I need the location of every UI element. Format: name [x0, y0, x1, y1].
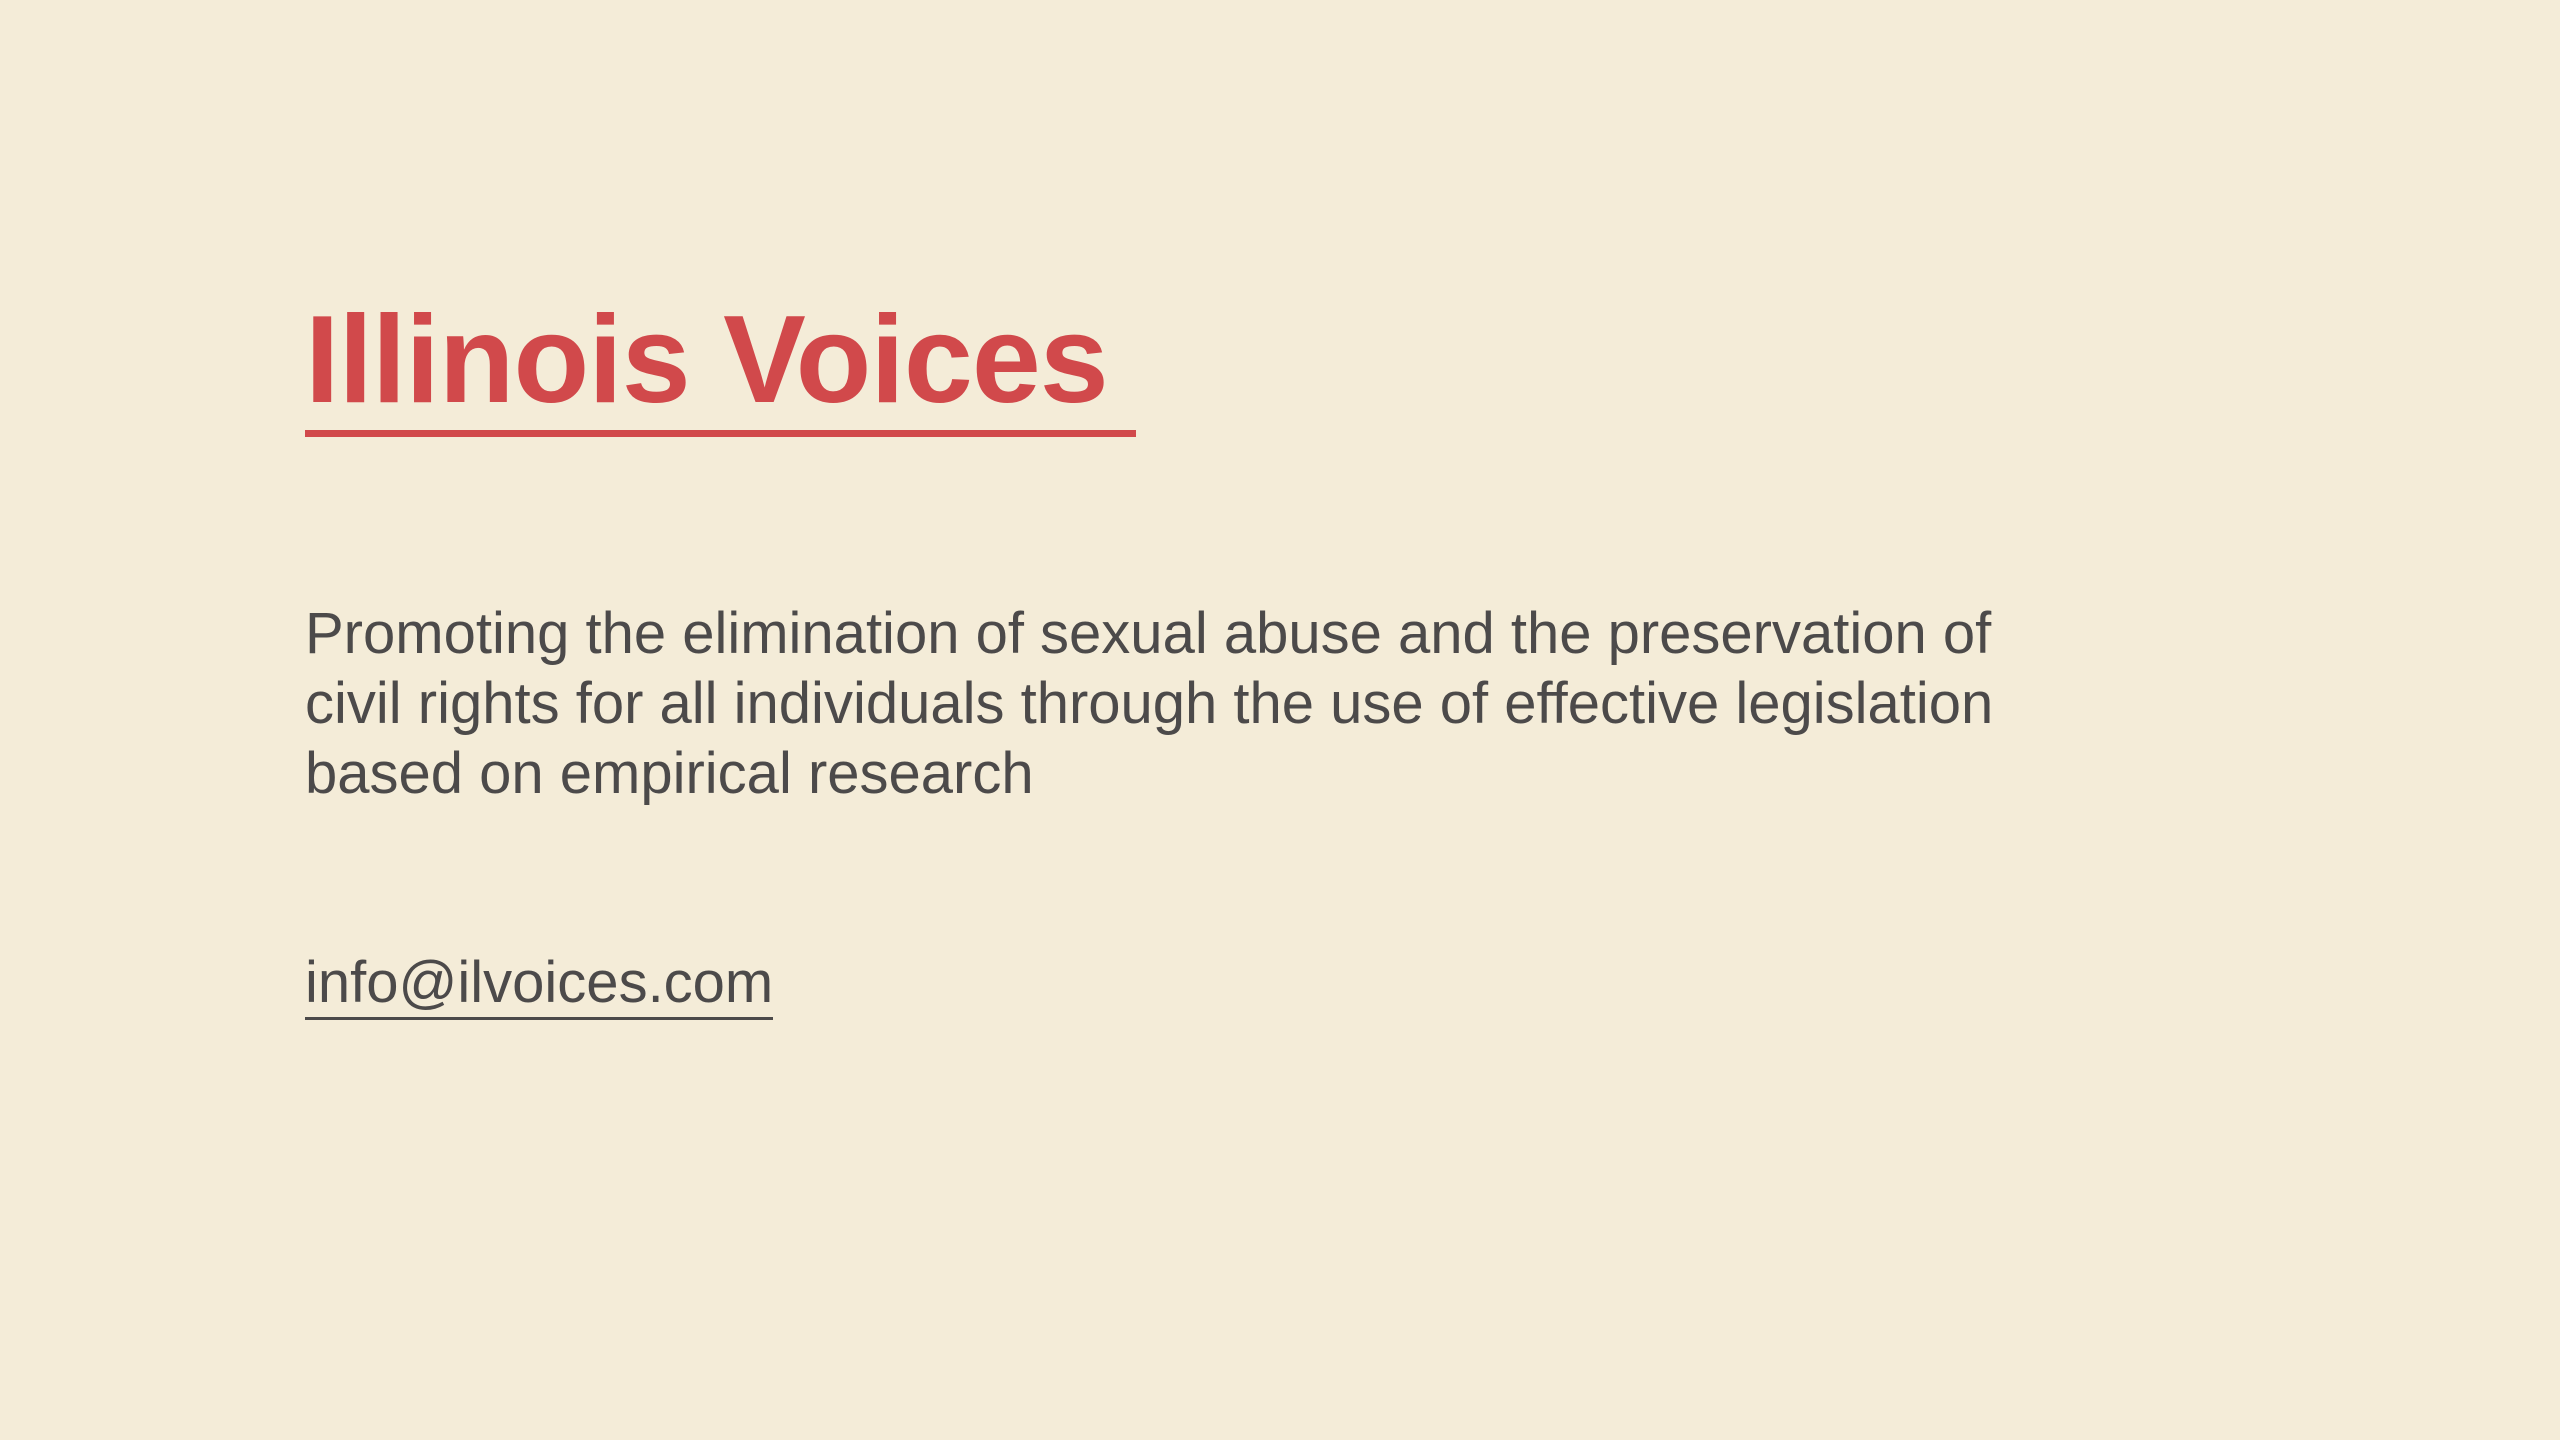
site-tagline: Promoting the elimination of sexual abus… [305, 601, 1994, 806]
site-title-link[interactable]: Illinois Voices [305, 290, 1136, 437]
contact-email-link[interactable]: info@ilvoices.com [305, 949, 774, 1020]
page: Illinois Voices Promoting the eliminatio… [0, 0, 2560, 1440]
hero-content: Illinois Voices Promoting the eliminatio… [305, 290, 2105, 1020]
